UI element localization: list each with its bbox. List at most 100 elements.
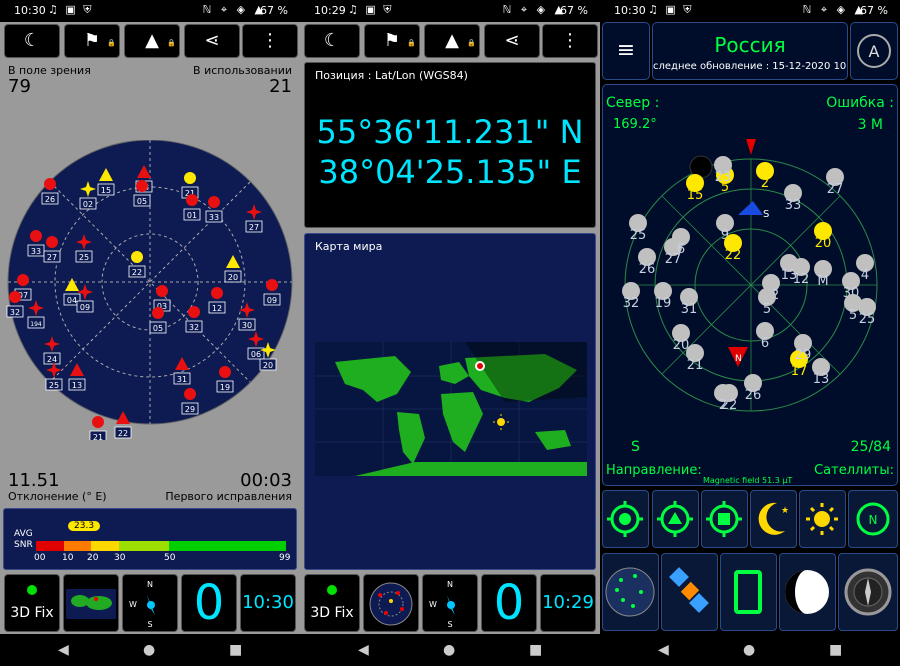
satellite-id: 25 <box>79 253 89 262</box>
digit-display-button[interactable] <box>720 553 777 631</box>
navigation-button[interactable]: ▲ 🔒 <box>424 24 480 58</box>
share-button[interactable]: ⋖ <box>484 24 540 58</box>
satellite-id: 09 <box>267 296 277 305</box>
world-map[interactable] <box>315 342 587 476</box>
gps-target-button[interactable] <box>602 490 649 548</box>
battery-level: 67 % <box>860 4 888 17</box>
day-mode-button[interactable] <box>799 490 846 548</box>
satellite-number: 19 <box>655 296 672 311</box>
compass-dial-button[interactable] <box>838 553 898 631</box>
satellite-number: 26 <box>745 388 762 403</box>
satellite-id: 33 <box>31 247 41 256</box>
digital-zero-icon <box>734 570 762 614</box>
compass-w: W <box>129 600 137 609</box>
satellite-id: 02 <box>83 200 93 209</box>
compass-s: S <box>147 620 152 629</box>
home-icon[interactable]: ● <box>743 642 755 658</box>
compass-button[interactable]: N W S <box>122 574 178 632</box>
compass-dial-icon <box>844 568 892 616</box>
satellite-number: 6 <box>677 242 685 257</box>
position-label: Позиция : Lat/Lon (WGS84) <box>315 69 468 82</box>
satellite-id: 22 <box>132 268 142 277</box>
fix-status-button[interactable]: 3D Fix <box>4 574 60 632</box>
satellites-label: Сателлиты: <box>814 463 894 478</box>
satellite-marker <box>44 178 56 190</box>
gps-triangle-button[interactable] <box>652 490 699 548</box>
recents-icon[interactable]: ■ <box>829 642 842 658</box>
lock-icon: 🔒 <box>107 39 116 47</box>
satellite-info-button[interactable] <box>661 553 718 631</box>
nav-bar: ◀ ● ■ <box>600 634 900 666</box>
more-vertical-icon: ⋮ <box>261 30 279 51</box>
satellite-id: 194 <box>30 321 42 328</box>
compass-button[interactable]: N W S <box>422 574 478 632</box>
sun-icon <box>806 503 838 535</box>
menu-button[interactable]: ≡ <box>602 22 650 80</box>
status-time: 10:30 <box>614 4 646 17</box>
share-location-button[interactable]: ⚑ 🔒 <box>364 24 420 58</box>
share-button[interactable]: ⋖ <box>184 24 240 58</box>
home-icon[interactable]: ● <box>143 642 155 658</box>
system-icons: ℕ ⌖ ◈ ▲ <box>802 3 866 16</box>
night-mode-button[interactable]: ☾ <box>4 24 60 58</box>
more-menu-button[interactable]: ⋮ <box>242 24 298 58</box>
night-mode-button[interactable]: ☾ <box>304 24 360 58</box>
navigation-button[interactable]: ▲ 🔒 <box>124 24 180 58</box>
satellite-id: 32 <box>10 308 20 317</box>
recents-icon[interactable]: ■ <box>229 642 242 658</box>
satellite-number: 25 <box>859 312 876 327</box>
more-menu-button[interactable]: ⋮ <box>542 24 598 58</box>
satellite-id: 13 <box>72 381 82 390</box>
back-icon[interactable]: ◀ <box>58 642 69 658</box>
world-map-panel: Карта мира <box>304 233 596 570</box>
speed-display: 0 <box>481 574 537 632</box>
compass-rose-icon: A <box>857 34 891 68</box>
satellite-number: 6 <box>761 336 769 351</box>
lock-icon: 🔒 <box>407 39 416 47</box>
satellite-number: 23 <box>715 170 732 185</box>
back-icon[interactable]: ◀ <box>358 642 369 658</box>
night-mode-button[interactable]: ★ <box>750 490 797 548</box>
satellite-number: 17 <box>791 364 808 379</box>
satellite-number: M <box>817 274 828 289</box>
people-icon: ⚑ <box>383 30 401 51</box>
satellite-marker <box>92 416 104 428</box>
satellite-number: 4 <box>861 268 869 283</box>
recents-icon[interactable]: ■ <box>529 642 542 658</box>
notification-icons: ♫ ▣ ⛨ <box>648 3 694 16</box>
satellite-id: 06 <box>251 350 261 359</box>
satellite-radar[interactable]: S N 2155233327252692762220131232304315M3… <box>603 135 899 435</box>
longitude-value: 38°04'25.135" E <box>318 153 582 191</box>
moon-phase-button[interactable] <box>779 553 836 631</box>
screen-skyplot: 10:30 ♫ ▣ ⛨ ℕ ⌖ ◈ ▲ 67 % ☾ ⚑ 🔒 ▲ 🔒 ⋖ ⋮ В п… <box>0 0 300 666</box>
status-time: 10:30 <box>14 4 46 17</box>
satellite-id: 20 <box>263 361 273 370</box>
share-icon: ⋖ <box>504 30 520 51</box>
skyplot-button[interactable] <box>363 574 419 632</box>
toolbar: ☾ ⚑ 🔒 ▲ 🔒 ⋖ ⋮ <box>0 24 300 58</box>
satellite-id: 31 <box>177 375 187 384</box>
compass-n: N <box>447 580 453 589</box>
gps-square-button[interactable] <box>701 490 748 548</box>
compass-north-button[interactable]: N <box>848 490 898 548</box>
satellite-number: 13 <box>813 372 830 387</box>
satellite-id: 27 <box>249 223 259 232</box>
snr-bar <box>36 541 286 551</box>
compass-label-s: S <box>763 209 769 220</box>
clock-display: 10:29 <box>540 574 596 632</box>
sky-plot[interactable]: 2602152305210133273327252220073204090305… <box>0 140 300 440</box>
compass-mode-button[interactable]: A <box>850 22 898 80</box>
back-icon[interactable]: ◀ <box>658 642 669 658</box>
notification-icons: ♫ ▣ ⛨ <box>48 3 94 16</box>
compass-label-n: N <box>735 354 742 364</box>
satellite-id: 15 <box>101 186 111 195</box>
satellite-map-button[interactable] <box>602 553 659 631</box>
world-map-button[interactable] <box>63 574 119 632</box>
globe-satellites-icon <box>605 567 655 617</box>
home-icon[interactable]: ● <box>443 642 455 658</box>
fix-status-button[interactable]: 3D Fix <box>304 574 360 632</box>
share-location-button[interactable]: ⚑ 🔒 <box>64 24 120 58</box>
position-panel: Позиция : Lat/Lon (WGS84) 55°36'11.231" … <box>304 62 596 228</box>
world-map-icon <box>66 589 116 619</box>
satellite-id: 20 <box>228 273 238 282</box>
